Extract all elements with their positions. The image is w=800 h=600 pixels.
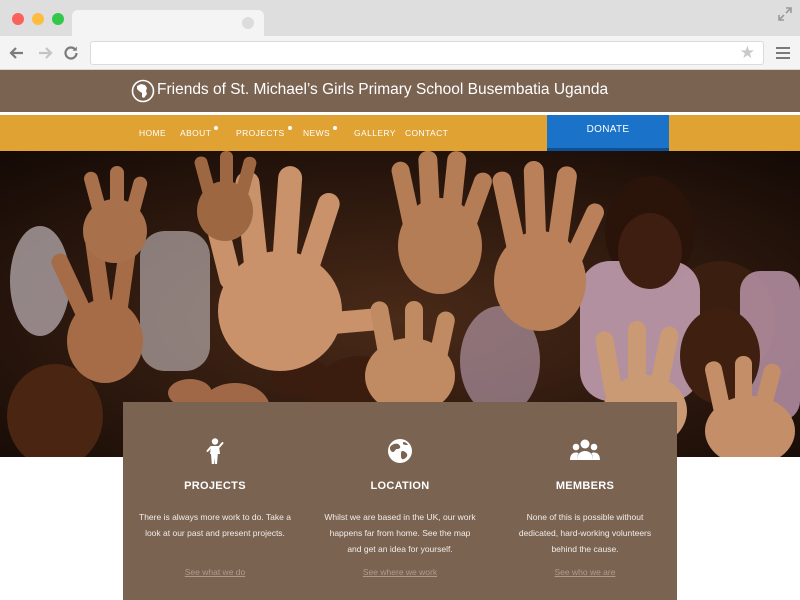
fullscreen-icon[interactable] bbox=[776, 5, 794, 23]
browser-tab[interactable] bbox=[72, 10, 264, 36]
nav-news[interactable]: NEWS bbox=[303, 126, 338, 138]
nav-home-label: HOME bbox=[139, 128, 167, 138]
tab-close-icon[interactable] bbox=[242, 17, 254, 29]
nav-home[interactable]: HOME bbox=[139, 128, 166, 138]
globe-icon bbox=[388, 439, 412, 463]
feature-location: LOCATION Whilst we are based in the UK, … bbox=[308, 402, 492, 600]
see-who-we-are-link[interactable]: See who we are bbox=[493, 567, 677, 577]
nav-contact-label: CONTACT bbox=[405, 128, 449, 138]
back-arrow-icon[interactable] bbox=[8, 44, 26, 62]
nav-about[interactable]: ABOUT bbox=[180, 126, 219, 138]
browser-menu-icon[interactable] bbox=[776, 47, 790, 59]
browser-toolbar: ★ bbox=[0, 36, 800, 70]
nav-gallery[interactable]: GALLERY bbox=[354, 128, 396, 138]
address-bar[interactable]: ★ bbox=[90, 41, 764, 65]
features-panel: PROJECTS There is always more work to do… bbox=[123, 402, 677, 600]
nav-news-label: NEWS bbox=[303, 128, 331, 138]
maximize-window-button[interactable] bbox=[52, 13, 64, 25]
submenu-indicator-icon bbox=[287, 126, 292, 130]
see-where-we-work-link[interactable]: See where we work bbox=[308, 567, 492, 577]
main-nav: HOME ABOUT PROJECTS NEWS GALLERY CONTACT bbox=[0, 115, 800, 151]
nav-about-label: ABOUT bbox=[180, 128, 212, 138]
nav-projects[interactable]: PROJECTS bbox=[236, 126, 292, 138]
feature-description: None of this is possible without dedicat… bbox=[518, 512, 652, 554]
feature-members: MEMBERS None of this is possible without… bbox=[493, 402, 677, 600]
donate-button[interactable]: DONATE bbox=[547, 115, 669, 151]
feature-title: MEMBERS bbox=[555, 480, 615, 492]
forward-arrow-icon[interactable] bbox=[36, 44, 54, 62]
nav-projects-label: PROJECTS bbox=[236, 128, 285, 138]
bookmark-star-icon[interactable]: ★ bbox=[740, 43, 755, 63]
africa-logo-icon[interactable] bbox=[131, 79, 155, 103]
submenu-indicator-icon bbox=[333, 126, 338, 130]
submenu-indicator-icon bbox=[214, 126, 219, 130]
feature-title: PROJECTS bbox=[184, 480, 246, 492]
reload-icon[interactable] bbox=[62, 44, 80, 62]
site-header: Friends of St. Michael’s Girls Primary S… bbox=[0, 70, 800, 112]
close-window-button[interactable] bbox=[12, 13, 24, 25]
feature-projects: PROJECTS There is always more work to do… bbox=[123, 402, 307, 600]
group-icon bbox=[570, 439, 600, 460]
site-title[interactable]: Friends of St. Michael’s Girls Primary S… bbox=[157, 80, 608, 100]
feature-title: LOCATION bbox=[370, 480, 430, 492]
nav-contact[interactable]: CONTACT bbox=[405, 128, 448, 138]
child-icon bbox=[206, 438, 224, 464]
minimize-window-button[interactable] bbox=[32, 13, 44, 25]
feature-description: Whilst we are based in the UK, our work … bbox=[324, 512, 476, 554]
nav-gallery-label: GALLERY bbox=[354, 128, 396, 138]
feature-description: There is always more work to do. Take a … bbox=[139, 512, 291, 538]
browser-tabbar bbox=[0, 0, 800, 36]
see-what-we-do-link[interactable]: See what we do bbox=[123, 567, 307, 577]
